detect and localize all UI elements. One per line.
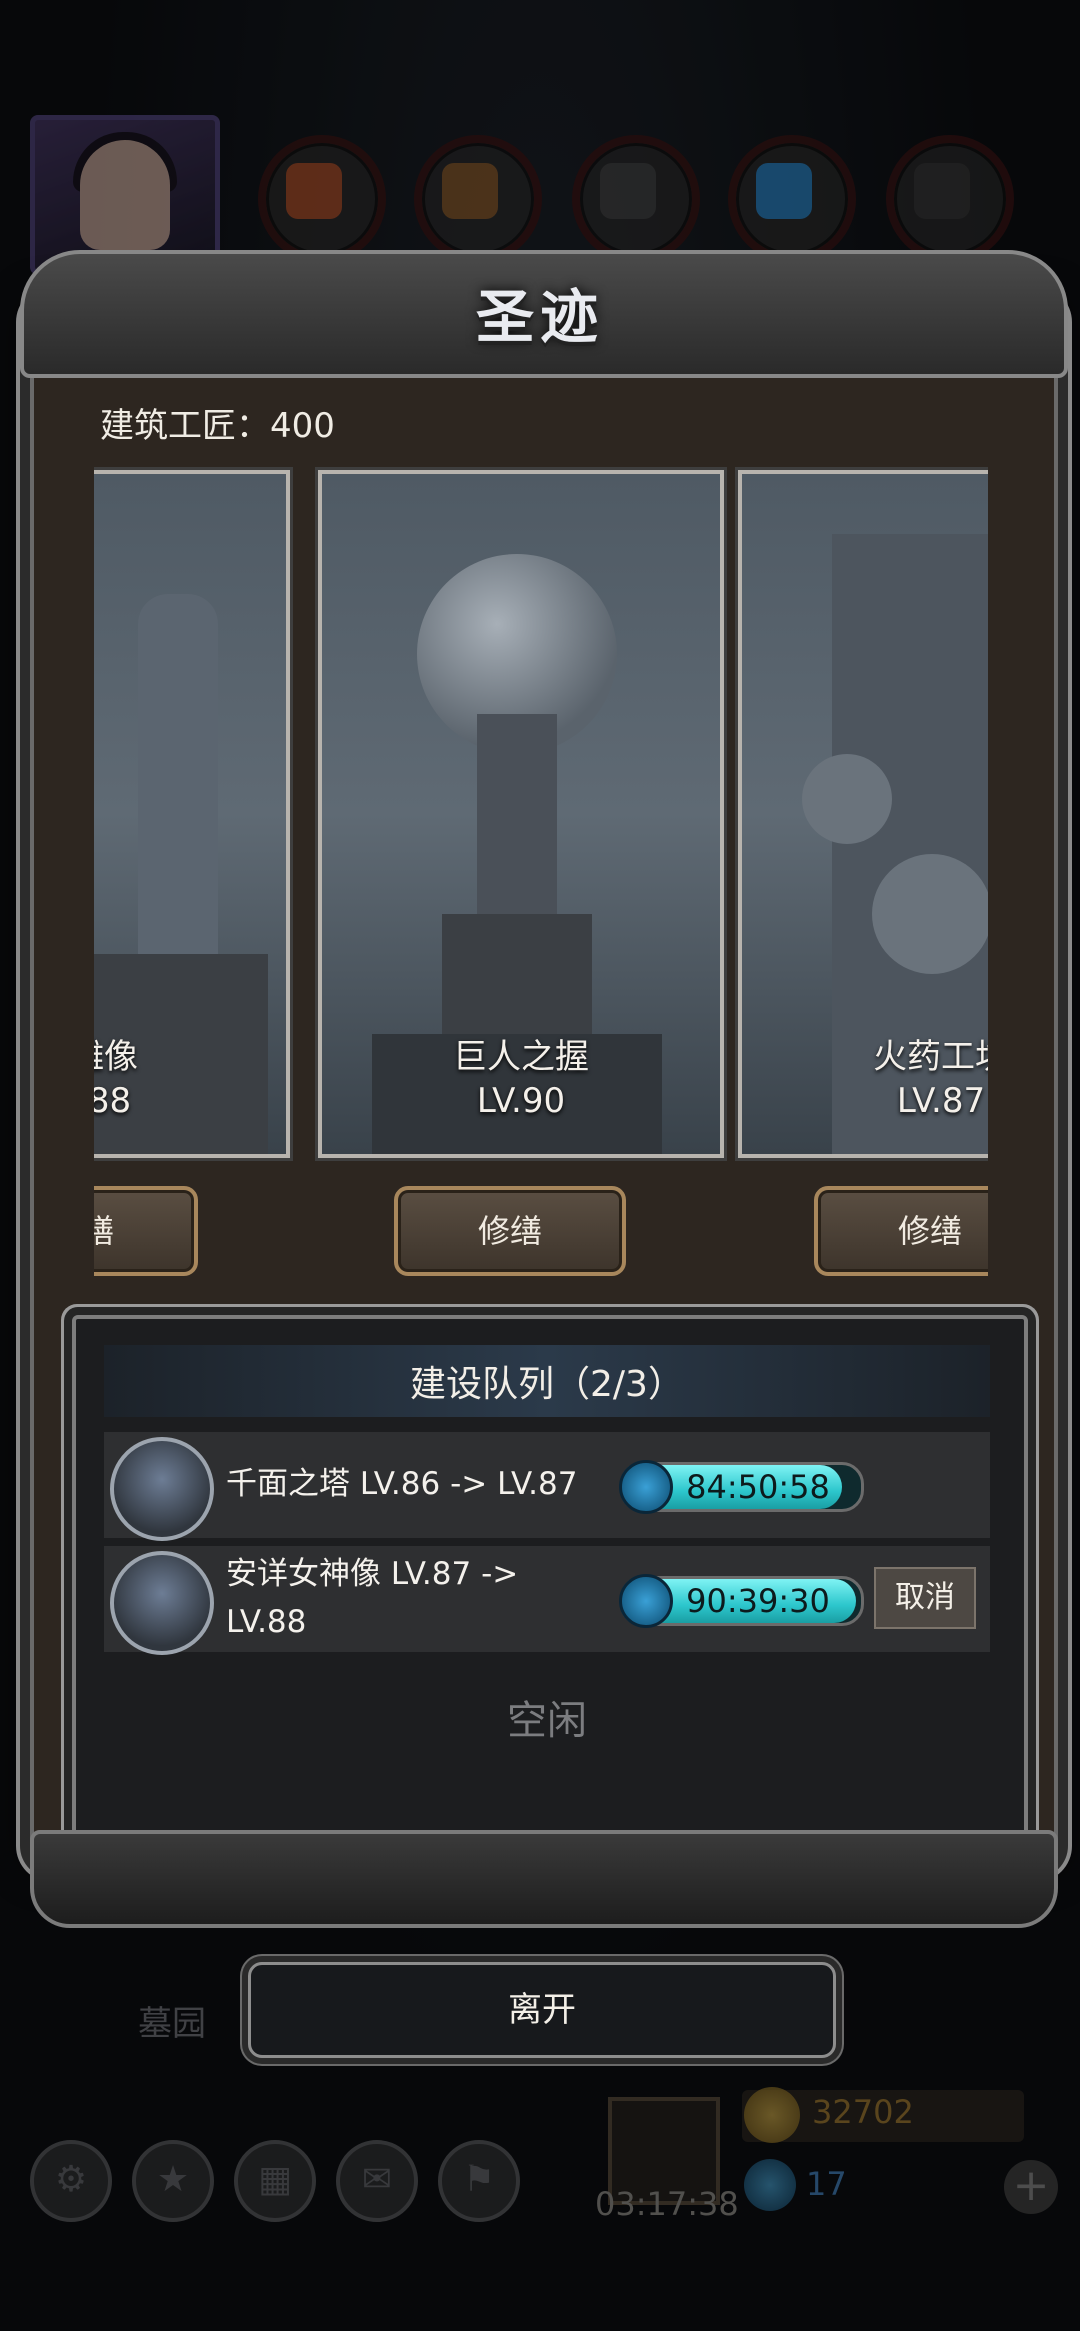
ranking-icon[interactable]: ▦ <box>234 2140 316 2222</box>
building-card[interactable]: 火药工坊 LV.87 <box>735 467 988 1161</box>
queue-item: 安详女神像 LV.87 -> LV.88 90:39:30 <box>104 1546 990 1655</box>
gold-coin-icon <box>744 2087 800 2143</box>
resource-stone-icon <box>886 135 1014 263</box>
settings-icon[interactable]: ⚙ <box>30 2140 112 2222</box>
queue-idle-slot: 空闲 <box>507 1698 587 1744</box>
cancel-button[interactable]: 取消 <box>874 1567 976 1629</box>
progress-timer: 84:50:58 <box>619 1460 864 1514</box>
building-card[interactable]: 巨人之握 LV.90 <box>315 467 727 1161</box>
building-level: LV.87 <box>896 1081 986 1121</box>
resource-crystal-icon <box>728 135 856 263</box>
dialog-title: 圣迹 <box>475 283 604 351</box>
building-name: 王雕像 <box>94 1037 138 1077</box>
clock-icon <box>619 1574 673 1628</box>
gem-amount: 17 <box>806 2165 847 2203</box>
building-carousel[interactable]: 王雕像 LV.88 巨人之握 LV.90 火药工坊 LV.87 修缮 修缮 修缮 <box>94 460 988 1290</box>
location-label[interactable]: 墓园 <box>138 1996 206 2045</box>
star-icon[interactable]: ★ <box>132 2140 214 2222</box>
goddess-statue-icon <box>110 1551 214 1655</box>
dialog-footer-ornament <box>30 1830 1058 1928</box>
clock-icon <box>619 1460 673 1514</box>
tower-icon <box>110 1437 214 1541</box>
building-name: 巨人之握 <box>453 1037 589 1077</box>
timer-text: 90:39:30 <box>686 1582 830 1620</box>
building-level: LV.88 <box>94 1081 132 1121</box>
queue-item-text: 安详女神像 LV.87 -> LV.88 <box>226 1556 519 1640</box>
handshake-icon[interactable]: ⚑ <box>438 2140 520 2222</box>
repair-button[interactable]: 修缮 <box>394 1186 626 1276</box>
timer-text: 84:50:58 <box>686 1468 830 1506</box>
resource-food-icon <box>258 135 386 263</box>
resource-iron-icon <box>572 135 700 263</box>
craftsmen-count: 建筑工匠：400 <box>100 406 335 446</box>
building-card[interactable]: 王雕像 LV.88 <box>94 467 293 1161</box>
repair-button[interactable]: 修缮 <box>814 1186 988 1276</box>
gem-icon <box>744 2159 796 2211</box>
add-currency-button[interactable]: + <box>1004 2160 1058 2214</box>
gold-amount: 32702 <box>812 2093 914 2131</box>
queue-item-text: 千面之塔 LV.86 -> LV.87 <box>226 1466 578 1502</box>
resource-wood-icon <box>414 135 542 263</box>
building-name: 火药工坊 <box>873 1037 988 1077</box>
building-level: LV.90 <box>476 1081 566 1121</box>
mail-icon[interactable]: ✉ <box>336 2140 418 2222</box>
leave-button[interactable]: 离开 <box>248 1962 836 2058</box>
queue-title: 建设队列（2/3） <box>410 1364 684 1405</box>
queue-item: 千面之塔 LV.86 -> LV.87 84:50:58 <box>104 1432 990 1541</box>
progress-timer: 90:39:30 <box>619 1574 864 1628</box>
gift-timer: 03:17:38 <box>595 2185 739 2223</box>
repair-button[interactable]: 修缮 <box>94 1186 198 1276</box>
